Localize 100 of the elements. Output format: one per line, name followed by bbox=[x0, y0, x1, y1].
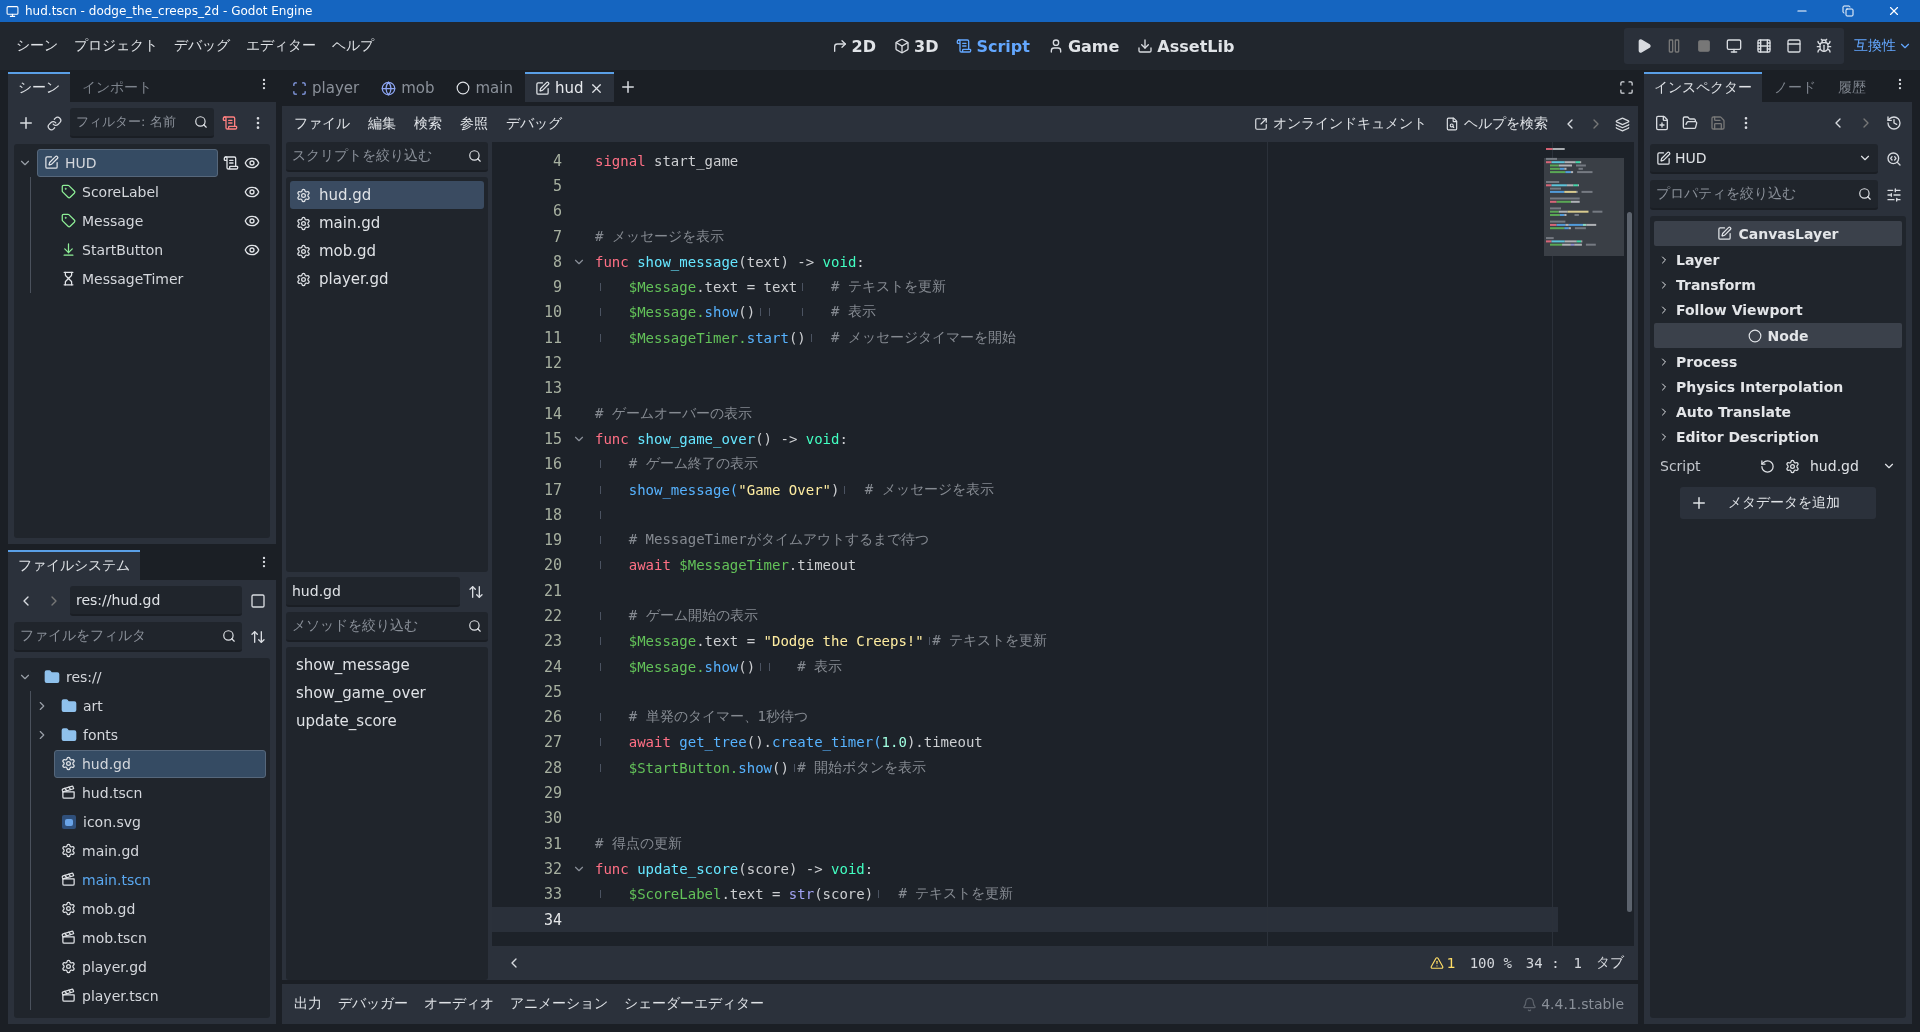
restore-icon[interactable] bbox=[1842, 5, 1854, 17]
dock-tab[interactable]: シーン bbox=[8, 72, 70, 102]
search-help-button[interactable]: ヘルプを検索 bbox=[1437, 115, 1556, 133]
renderer-dropdown[interactable]: 互換性 bbox=[1854, 37, 1912, 55]
file-tree-item[interactable]: main.gd bbox=[54, 836, 266, 865]
pause-icon[interactable] bbox=[1666, 38, 1682, 54]
script-list-item[interactable]: mob.gd bbox=[290, 237, 484, 265]
file-tree-item[interactable]: main.tscn bbox=[54, 865, 266, 894]
doc-search-icon[interactable] bbox=[1886, 151, 1902, 167]
warning-icon bbox=[1429, 956, 1444, 970]
dock-tab[interactable]: 履歴 bbox=[1828, 72, 1876, 102]
path-field[interactable]: res://hud.gd bbox=[70, 586, 242, 616]
script-value[interactable]: hud.gd bbox=[1810, 458, 1872, 474]
bottom-panel-tab[interactable]: デバッガー bbox=[332, 991, 414, 1017]
file-tree-item[interactable]: icon.svg bbox=[54, 807, 266, 836]
menu-item[interactable]: ファイル bbox=[286, 111, 358, 137]
bug-icon[interactable] bbox=[1816, 38, 1832, 54]
bottom-panel-tab[interactable]: シェーダーエディター bbox=[618, 991, 770, 1017]
online-docs-button[interactable]: オンラインドキュメント bbox=[1246, 115, 1435, 133]
sort-icon[interactable] bbox=[250, 629, 266, 645]
window-stack-icon[interactable] bbox=[1614, 116, 1630, 132]
file-tree-item[interactable]: fonts bbox=[54, 720, 266, 749]
script-tab[interactable]: main bbox=[446, 72, 523, 102]
script-remove-icon[interactable] bbox=[222, 115, 238, 131]
dock-tab[interactable]: ノード bbox=[1764, 72, 1826, 102]
bottom-panel-tab[interactable]: アニメーション bbox=[504, 991, 614, 1017]
filter-field[interactable]: スクリプトを絞り込む bbox=[286, 142, 488, 172]
window-icon[interactable] bbox=[1786, 38, 1802, 54]
script-list-item[interactable]: hud.gd bbox=[290, 181, 484, 209]
scene-tree-item[interactable]: MessageTimer bbox=[54, 264, 239, 293]
menu-item[interactable]: 参照 bbox=[452, 111, 496, 137]
bottom-panel-tab[interactable]: オーディオ bbox=[418, 991, 500, 1017]
file-tree-item[interactable]: player.tscn bbox=[54, 981, 266, 1010]
filter-field[interactable]: ファイルをフィルタ bbox=[14, 622, 242, 652]
sort-icon[interactable] bbox=[468, 584, 484, 600]
new-file-icon[interactable] bbox=[1654, 115, 1670, 131]
script-list-item[interactable]: main.gd bbox=[290, 209, 484, 237]
sliders-icon[interactable] bbox=[1886, 187, 1902, 203]
workspace-button[interactable]: Game bbox=[1041, 32, 1126, 60]
workspace-button[interactable]: 3D bbox=[888, 32, 945, 60]
workspace-button[interactable]: AssetLib bbox=[1131, 32, 1241, 60]
play-icon[interactable] bbox=[1636, 38, 1652, 54]
menu-item[interactable]: プロジェクト bbox=[66, 33, 166, 59]
scene-tree-item[interactable]: HUD bbox=[37, 148, 218, 177]
script-tab[interactable]: mob bbox=[371, 72, 445, 102]
workspace-button[interactable]: Script bbox=[950, 32, 1036, 60]
menu-item[interactable]: デバッグ bbox=[166, 33, 238, 59]
script-tab[interactable]: player bbox=[282, 72, 370, 102]
method-list-item[interactable]: show_message bbox=[290, 651, 484, 679]
close-icon[interactable] bbox=[1887, 4, 1901, 18]
menu-item[interactable]: エディター bbox=[238, 33, 324, 59]
filter-field[interactable]: メソッドを絞り込む bbox=[286, 612, 488, 642]
revert-icon[interactable] bbox=[1760, 458, 1775, 474]
menu-item[interactable]: 検索 bbox=[406, 111, 450, 137]
add-metadata-button[interactable]: メタデータを追加 bbox=[1680, 487, 1876, 519]
file-tree-item[interactable]: art bbox=[54, 691, 266, 720]
file-tree-item[interactable]: mob.gd bbox=[54, 894, 266, 923]
file-tree-item[interactable]: mob.tscn bbox=[54, 923, 266, 952]
scene-tree-item[interactable]: StartButton bbox=[54, 235, 239, 264]
add-icon[interactable] bbox=[17, 114, 35, 132]
fullscreen-icon[interactable] bbox=[1618, 79, 1634, 95]
menu-item[interactable]: デバッグ bbox=[498, 111, 570, 137]
link-icon[interactable] bbox=[46, 115, 62, 131]
open-folder-icon[interactable] bbox=[1682, 115, 1698, 131]
property-group[interactable]: Follow Viewport bbox=[1654, 297, 1902, 322]
property-group[interactable]: Transform bbox=[1654, 272, 1902, 297]
monitor-icon[interactable] bbox=[1726, 38, 1742, 54]
property-group[interactable]: Process bbox=[1654, 349, 1902, 374]
film-icon[interactable] bbox=[1756, 38, 1772, 54]
method-list-item[interactable]: show_game_over bbox=[290, 679, 484, 707]
object-selector[interactable]: HUD bbox=[1650, 144, 1878, 174]
dock-tab[interactable]: インスペクター bbox=[1644, 72, 1762, 102]
stop-icon[interactable] bbox=[1697, 39, 1711, 53]
bottom-panel-tab[interactable]: 出力 bbox=[288, 991, 328, 1017]
script-list-item[interactable]: player.gd bbox=[290, 265, 484, 293]
history-icon[interactable] bbox=[1886, 115, 1902, 131]
dock-tab[interactable]: インポート bbox=[72, 72, 162, 102]
method-list-item[interactable]: update_score bbox=[290, 707, 484, 735]
property-group[interactable]: Layer bbox=[1654, 247, 1902, 272]
file-tree-item[interactable]: player.gd bbox=[54, 952, 266, 981]
warning-count[interactable]: 1 bbox=[1429, 955, 1456, 971]
scene-tree-item[interactable]: ScoreLabel bbox=[54, 177, 239, 206]
split-view-icon[interactable] bbox=[250, 593, 266, 609]
save-icon[interactable] bbox=[1710, 115, 1726, 131]
filter-field[interactable]: フィルター: 名前 bbox=[70, 108, 214, 138]
menu-item[interactable]: 編集 bbox=[360, 111, 404, 137]
filter-field[interactable]: プロパティを絞り込む bbox=[1650, 180, 1878, 210]
menu-item[interactable]: ヘルプ bbox=[324, 33, 382, 59]
menu-item[interactable]: シーン bbox=[8, 33, 66, 59]
workspace-button[interactable]: 2D bbox=[825, 32, 882, 60]
file-tree-item[interactable]: hud.gd bbox=[54, 749, 266, 778]
dock-tab[interactable]: ファイルシステム bbox=[8, 550, 140, 580]
property-group[interactable]: Auto Translate bbox=[1654, 399, 1902, 424]
script-tab[interactable]: hud bbox=[524, 72, 614, 102]
property-group[interactable]: Physics Interpolation bbox=[1654, 374, 1902, 399]
file-tree-item[interactable]: res:// bbox=[37, 662, 266, 691]
file-tree-item[interactable]: hud.tscn bbox=[54, 778, 266, 807]
scene-tree-item[interactable]: Message bbox=[54, 206, 239, 235]
indent-mode[interactable]: タブ bbox=[1596, 954, 1624, 972]
property-group[interactable]: Editor Description bbox=[1654, 424, 1902, 449]
